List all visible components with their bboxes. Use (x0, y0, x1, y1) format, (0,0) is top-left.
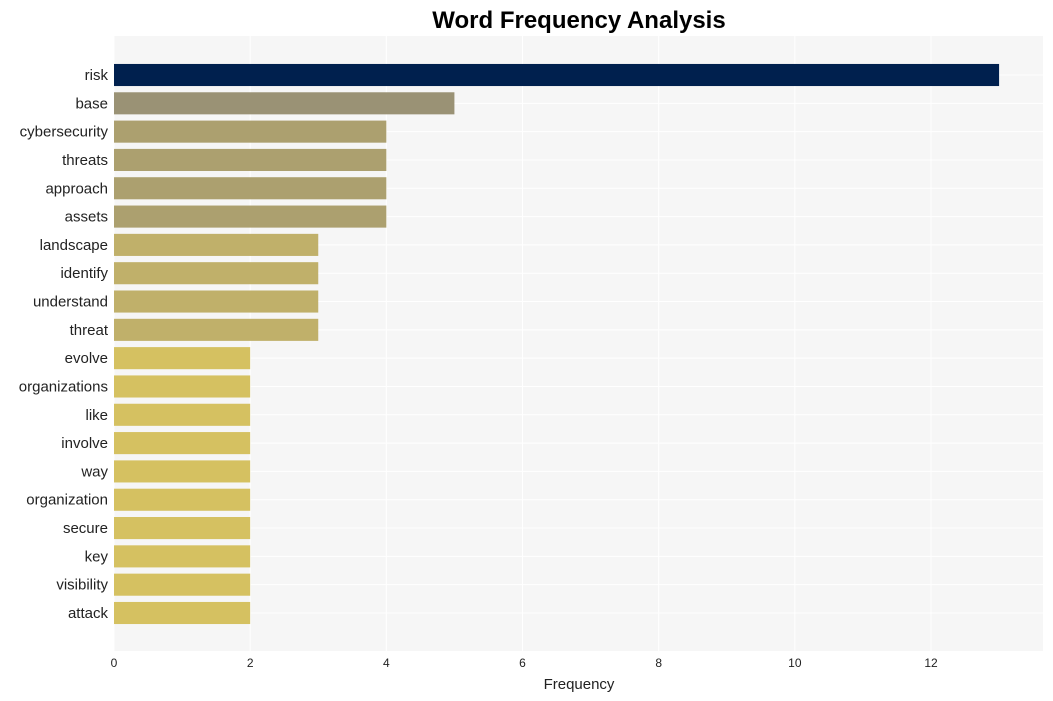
bar-landscape (114, 233, 319, 256)
bar-understand (114, 290, 319, 313)
bar-like (114, 403, 251, 426)
x-tick-label: 2 (247, 656, 254, 670)
y-tick-label: secure (63, 520, 108, 537)
y-tick-label: threats (62, 152, 108, 169)
y-tick-label: threat (70, 322, 109, 339)
y-tick-label: cybersecurity (20, 124, 109, 141)
x-tick-label: 6 (519, 656, 526, 670)
bar-attack (114, 601, 251, 625)
y-tick-label: involve (61, 435, 108, 452)
y-tick-label: visibility (56, 577, 108, 594)
y-tick-label: organizations (19, 378, 108, 395)
y-tick-label: assets (65, 209, 108, 226)
bar-key (114, 545, 251, 568)
bar-cybersecurity (114, 120, 387, 143)
bar-risk (114, 63, 1000, 87)
x-tick-label: 0 (111, 656, 118, 670)
x-tick-label: 4 (383, 656, 390, 670)
bar-evolve (114, 347, 251, 370)
bar-base (114, 92, 455, 115)
word-frequency-chart: Word Frequency Analysis risk base cybersec… (19, 7, 1043, 693)
y-tick-label: base (75, 95, 108, 112)
y-tick-label: attack (68, 605, 109, 622)
y-tick-label: organization (26, 492, 108, 509)
y-tick-label: risk (85, 67, 109, 84)
y-tick-label: approach (45, 180, 108, 197)
bar-approach (114, 177, 387, 200)
x-tick-label: 8 (655, 656, 662, 670)
chart-title: Word Frequency Analysis (432, 7, 725, 34)
x-tick-label: 10 (788, 656, 802, 670)
bar-involve (114, 432, 251, 455)
bar-secure (114, 517, 251, 540)
y-tick-label: identify (60, 265, 108, 282)
y-tick-label: like (85, 407, 108, 424)
x-axis-ticks: 0 2 4 6 8 10 12 (111, 656, 938, 670)
bar-visibility (114, 573, 251, 596)
y-tick-label: evolve (65, 350, 108, 367)
bar-threat (114, 318, 319, 341)
bar-way (114, 460, 251, 483)
bar-organizations (114, 375, 251, 398)
y-axis-labels: risk base cybersecurity threats approach asse… (19, 67, 109, 622)
bar-assets (114, 205, 387, 228)
bar-identify (114, 262, 319, 285)
y-tick-label: landscape (40, 237, 108, 254)
x-axis-label: Frequency (544, 676, 615, 693)
bar-threats (114, 148, 387, 171)
y-tick-label: key (85, 548, 109, 565)
y-tick-label: understand (33, 294, 108, 311)
x-tick-label: 12 (924, 656, 938, 670)
bar-organization (114, 488, 251, 511)
y-tick-label: way (80, 463, 108, 480)
